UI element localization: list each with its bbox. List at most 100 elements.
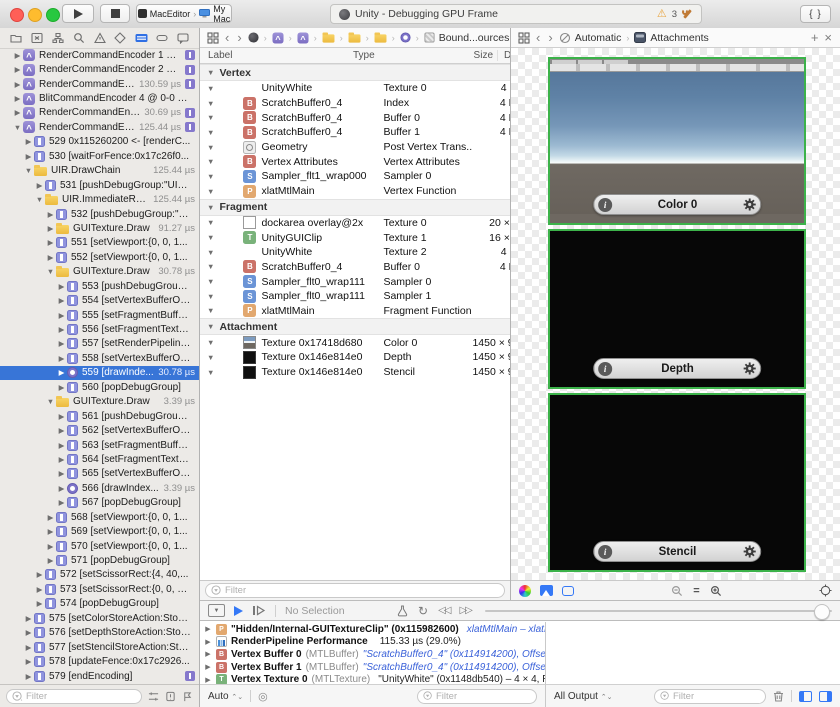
column-header-label[interactable]: Label (200, 50, 353, 61)
tree-row[interactable]: ▼ RenderCommandEnc... 125.44 µs (0, 120, 199, 134)
table-row[interactable]: ▼ Attachment (200, 318, 510, 335)
disclosure-triangle-icon[interactable]: ▶ (56, 325, 67, 334)
capture-settings-icon[interactable] (397, 605, 408, 617)
breadcrumb-encoder-icon[interactable] (272, 32, 283, 43)
variables-filter-input[interactable]: Filter (417, 689, 537, 704)
disclosure-triangle-icon[interactable]: ▶ (56, 296, 67, 305)
table-row[interactable]: ▼ Vertex (200, 64, 510, 81)
breadcrumb-frame-icon[interactable] (248, 32, 258, 42)
tree-row[interactable]: ▶ 567 [popDebugGroup] (0, 496, 199, 510)
table-row[interactable]: ▼ Texture 0x146e814e0 Stencil 1450 × 998… (200, 365, 510, 380)
show-recording-filter-icon[interactable] (148, 691, 159, 702)
color0-attachment-preview[interactable]: i Color 0 (548, 57, 806, 225)
table-row[interactable]: ▼ Texture 0x17418d680 Color 0 1450 × 998… (200, 335, 510, 350)
section-disclosure-icon[interactable]: ▼ (200, 368, 219, 377)
show-variables-view-toggle[interactable] (799, 691, 812, 702)
variable-row[interactable]: ▶ RenderPipeline Performance 115.33 µs (… (200, 636, 545, 649)
jump-mode-label[interactable]: Automatic (575, 32, 622, 44)
section-disclosure-icon[interactable]: ▼ (200, 233, 219, 242)
close-attachment-view-button[interactable]: × (822, 31, 834, 44)
tree-row[interactable]: ▶ 555 [setFragmentBuffe... (0, 308, 199, 322)
tree-row[interactable]: ▶ 558 [setVertexBufferOf... (0, 351, 199, 365)
step-forward-icon[interactable]: ▷▷ (459, 605, 470, 616)
tree-row[interactable]: ▼ GUITexture.Draw 30.78 µs (0, 265, 199, 279)
section-disclosure-icon[interactable]: ▼ (200, 353, 219, 362)
disclosure-triangle-icon[interactable]: ▼ (45, 267, 56, 276)
step-over-button[interactable] (252, 605, 266, 616)
code-editor-toggle-button[interactable]: { } (800, 5, 831, 23)
frame-scrubber-slider[interactable] (485, 610, 832, 612)
disclosure-triangle-icon[interactable]: ▶ (23, 614, 34, 623)
zoom-in-icon[interactable] (710, 585, 722, 597)
forward-button[interactable]: › (546, 31, 554, 44)
breadcrumb-label[interactable]: Bound...ources (439, 32, 510, 44)
disclosure-triangle-icon[interactable]: ▶ (45, 527, 56, 536)
disclosure-triangle-icon[interactable]: ▶ (12, 51, 23, 60)
warning-icon[interactable]: ⚠ (657, 9, 667, 20)
disclosure-triangle-icon[interactable]: ▶ (12, 80, 23, 89)
table-row[interactable]: ▼ xlatMtlMain Vertex Function L (200, 184, 510, 199)
search-icon[interactable] (72, 31, 86, 45)
tree-row[interactable]: ▶ 553 [pushDebugGroup:... (0, 279, 199, 293)
section-disclosure-icon[interactable]: ▼ (200, 322, 219, 331)
disclosure-triangle-icon[interactable]: ▶ (45, 210, 56, 219)
disclosure-triangle-icon[interactable]: ▶ (45, 238, 56, 247)
forward-button[interactable]: › (235, 31, 243, 44)
table-row[interactable]: ▼ Sampler_flt1_wrap000 Sampler 0 R (200, 169, 510, 184)
disclosure-triangle-icon[interactable]: ▶ (23, 137, 34, 146)
zoom-window-button[interactable] (46, 8, 60, 22)
tree-row[interactable]: ▶ BlitCommandEncoder 4 @ 0-0 0x... (0, 91, 199, 105)
tree-row[interactable]: ▶ 574 [popDebugGroup] (0, 597, 199, 611)
disclosure-triangle-icon[interactable]: ▶ (23, 672, 34, 681)
close-window-button[interactable] (10, 8, 24, 22)
disclosure-triangle-icon[interactable]: ▶ (56, 426, 67, 435)
tree-row[interactable]: ▶ 578 [updateFence:0x17c2926... (0, 654, 199, 668)
section-disclosure-icon[interactable]: ▼ (200, 128, 219, 137)
disclosure-triangle-icon[interactable]: ▶ (56, 354, 67, 363)
zoom-out-icon[interactable] (671, 585, 683, 597)
disclosure-triangle-icon[interactable]: ▶ (56, 484, 67, 493)
tree-row[interactable]: ▶ RenderCommandEnc... 130.59 µs (0, 77, 199, 91)
disclosure-triangle-icon[interactable]: ▶ (56, 368, 67, 377)
activity-viewer[interactable]: Unity - Debugging GPU Frame ⚠ 3 (330, 4, 702, 24)
disclosure-triangle-icon[interactable]: ▶ (23, 628, 34, 637)
tree-row[interactable]: ▶ 570 [setViewport:{0, 0, 1... (0, 539, 199, 553)
column-header-size[interactable]: Size (442, 50, 498, 61)
find-navigator-icon[interactable] (51, 31, 65, 45)
run-button[interactable] (62, 4, 94, 23)
tree-row[interactable]: ▶ 529 0x115260200 <- [renderC... (0, 135, 199, 149)
disclosure-triangle-icon[interactable]: ▶ (45, 513, 56, 522)
table-row[interactable]: ▼ ScratchBuffer0_4 Buffer 1 4 MB C (200, 125, 510, 140)
table-row[interactable]: ▼ Geometry Post Vertex Trans... (200, 140, 510, 155)
breadcrumb-group-icon[interactable] (348, 34, 360, 42)
tree-row[interactable]: ▶ 566 [drawIndex... 3.39 µs (0, 481, 199, 495)
stop-button[interactable] (100, 4, 130, 23)
disclosure-triangle-icon[interactable]: ▶ (56, 311, 67, 320)
navigator-filter-input[interactable]: Filter (6, 689, 142, 704)
info-icon[interactable]: i (598, 362, 612, 376)
tree-row[interactable]: ▶ 564 [setFragmentTextu... (0, 452, 199, 466)
slider-knob[interactable] (814, 604, 830, 620)
debug-navigator-icon[interactable] (134, 31, 148, 45)
gear-icon[interactable] (743, 545, 756, 558)
tree-row[interactable]: ▶ RenderCommandEncoder 1 @ 0... (0, 48, 199, 62)
output-selector[interactable]: All Output ⌃⌄ (554, 691, 612, 702)
disclosure-triangle-icon[interactable]: ▼ (45, 397, 56, 406)
disclosure-triangle-icon[interactable]: ▶ (23, 152, 34, 161)
scheme-selector[interactable]: MacEditor › My Mac (136, 4, 232, 23)
show-console-view-toggle[interactable] (819, 691, 832, 702)
step-backward-icon[interactable]: ◁◁ (438, 605, 449, 616)
tree-row[interactable]: ▶ GUITexture.Draw 91.27 µs (0, 221, 199, 235)
disclosure-triangle-icon[interactable]: ▶ (45, 542, 56, 551)
table-row[interactable]: ▼ UnityGUIClip Texture 1 16 × 16 A (200, 230, 510, 245)
disclosure-triangle-icon[interactable]: ▶ (12, 94, 23, 103)
variable-link[interactable]: xlatMtlMain – xlatMtlMain (467, 624, 545, 635)
stencil-attachment-preview[interactable]: i Stencil (548, 393, 806, 572)
disclosure-triangle-icon[interactable]: ▶ (23, 643, 34, 652)
tree-row[interactable]: ▶ 557 [setRenderPipeline... (0, 337, 199, 351)
scope-selector[interactable]: Auto ⌃⌄ (208, 691, 243, 702)
tree-row[interactable]: ▶ 560 [popDebugGroup] (0, 380, 199, 394)
variables-view-toggle[interactable]: ▼ (208, 604, 225, 617)
section-disclosure-icon[interactable]: ▼ (200, 113, 219, 122)
breadcrumb-group-icon[interactable] (374, 34, 386, 42)
